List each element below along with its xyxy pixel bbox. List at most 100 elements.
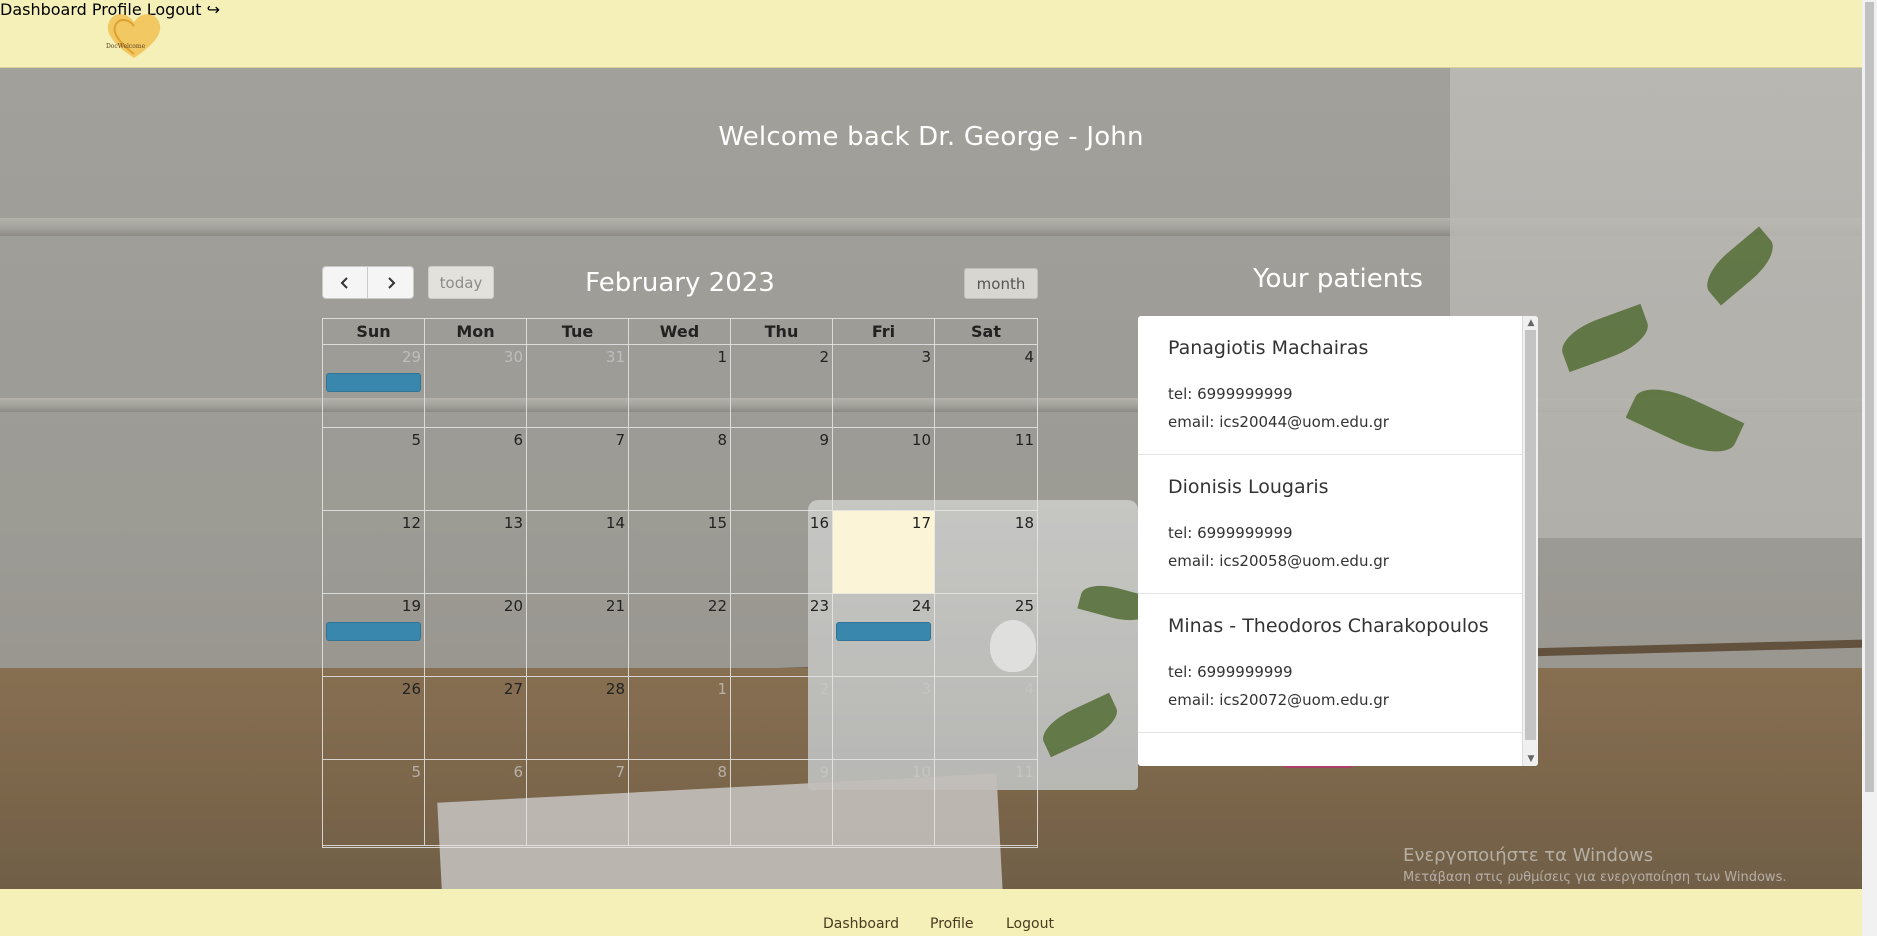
calendar-day[interactable]: 23 xyxy=(731,594,833,677)
month-view-button[interactable]: month xyxy=(964,268,1038,299)
patients-panel: Panagiotis Machairas tel: 6999999999 email… xyxy=(1138,316,1538,766)
calendar-day[interactable]: 27 xyxy=(425,677,527,760)
day-number: 21 xyxy=(605,597,625,615)
footer-logout-link[interactable]: Logout xyxy=(1006,916,1054,932)
calendar-day[interactable]: 24 xyxy=(833,594,935,677)
calendar-day[interactable]: 8 xyxy=(629,760,731,846)
calendar-day[interactable]: 31 xyxy=(527,345,629,428)
weekday-label: Wed xyxy=(629,319,731,345)
day-number: 8 xyxy=(717,431,727,449)
calendar-day[interactable]: 7 xyxy=(527,428,629,511)
calendar-day[interactable]: 2 xyxy=(731,345,833,428)
patient-name: Dionisis Lougaris xyxy=(1168,476,1329,498)
calendar-toolbar: today February 2023 month xyxy=(322,266,1038,300)
calendar-event[interactable] xyxy=(836,622,931,641)
calendar-event[interactable] xyxy=(326,622,421,641)
scroll-down-icon[interactable]: ▼ xyxy=(1523,752,1538,766)
day-number: 8 xyxy=(717,763,727,781)
day-number: 29 xyxy=(401,348,421,366)
footer-dashboard-link[interactable]: Dashboard xyxy=(823,916,899,932)
calendar-day[interactable]: 10 xyxy=(833,428,935,511)
calendar-day[interactable]: 6 xyxy=(425,428,527,511)
day-number: 23 xyxy=(809,597,829,615)
patient-card[interactable]: Dionisis Lougaris tel: 6999999999 email: i… xyxy=(1138,455,1522,594)
calendar-day[interactable]: 2 xyxy=(731,677,833,760)
weekday-label: Fri xyxy=(833,319,935,345)
watermark-line-2: Μετάβαση στις ρυθμίσεις για ενεργοποίηση… xyxy=(1403,870,1787,885)
calendar-day[interactable]: 4 xyxy=(935,677,1037,760)
footer: Dashboard Profile Logout xyxy=(0,889,1862,936)
calendar-day[interactable]: 12 xyxy=(323,511,425,594)
calendar-day[interactable]: 1 xyxy=(629,345,731,428)
calendar-day[interactable]: 1 xyxy=(629,677,731,760)
day-number: 9 xyxy=(819,431,829,449)
day-number: 25 xyxy=(1014,597,1034,615)
logo-icon[interactable]: DocWelcome xyxy=(100,8,170,60)
patient-card[interactable]: Panagiotis Machairas tel: 6999999999 email… xyxy=(1138,316,1522,455)
day-number: 31 xyxy=(605,348,625,366)
calendar-day[interactable]: 9 xyxy=(731,428,833,511)
day-number: 30 xyxy=(503,348,523,366)
svg-text:DocWelcome: DocWelcome xyxy=(106,43,146,50)
calendar-day[interactable]: 15 xyxy=(629,511,731,594)
calendar-grid: Sun Mon Tue Wed Thu Fri Sat 29 30 31 1 2 3 4 5 6 7 8 9 10 1… xyxy=(322,318,1038,848)
calendar-day-today[interactable]: 17 xyxy=(833,511,935,594)
patients-heading: Your patients xyxy=(1253,264,1423,294)
patient-phone: tel: 6999999999 xyxy=(1168,385,1293,403)
patient-card[interactable]: Minas - Theodoros Charakopoulos tel: 6999… xyxy=(1138,594,1522,733)
day-number: 5 xyxy=(411,763,421,781)
nav-dashboard-link[interactable]: Dashboard xyxy=(0,0,87,19)
day-number: 22 xyxy=(707,597,727,615)
calendar-day[interactable]: 8 xyxy=(629,428,731,511)
calendar-day[interactable]: 26 xyxy=(323,677,425,760)
calendar-day[interactable]: 30 xyxy=(425,345,527,428)
calendar-day[interactable]: 29 xyxy=(323,345,425,428)
calendar-day[interactable]: 9 xyxy=(731,760,833,846)
calendar-day[interactable]: 14 xyxy=(527,511,629,594)
calendar-day[interactable]: 25 xyxy=(935,594,1037,677)
scroll-thumb[interactable] xyxy=(1525,330,1536,740)
day-number: 11 xyxy=(1014,763,1034,781)
day-number: 13 xyxy=(503,514,523,532)
day-number: 1 xyxy=(717,680,727,698)
weekday-label: Sun xyxy=(323,319,425,345)
welcome-heading: Welcome back Dr. George - John xyxy=(718,122,1144,152)
patient-phone: tel: 6999999999 xyxy=(1168,524,1293,542)
day-number: 6 xyxy=(513,431,523,449)
day-number: 10 xyxy=(911,431,931,449)
calendar-day[interactable]: 5 xyxy=(323,760,425,846)
day-number: 6 xyxy=(513,763,523,781)
page-scroll-thumb[interactable] xyxy=(1865,2,1874,792)
calendar-day[interactable]: 7 xyxy=(527,760,629,846)
calendar-day[interactable]: 21 xyxy=(527,594,629,677)
calendar-event[interactable] xyxy=(326,373,421,392)
day-number: 12 xyxy=(401,514,421,532)
calendar-day[interactable]: 16 xyxy=(731,511,833,594)
calendar-day[interactable]: 11 xyxy=(935,428,1037,511)
scroll-up-icon[interactable]: ▲ xyxy=(1523,316,1538,330)
calendar-day[interactable]: 13 xyxy=(425,511,527,594)
calendar-day[interactable]: 4 xyxy=(935,345,1037,428)
calendar-day[interactable]: 6 xyxy=(425,760,527,846)
patients-scrollbar[interactable]: ▲ ▼ xyxy=(1522,316,1538,766)
page-scrollbar[interactable] xyxy=(1862,0,1877,936)
calendar-days: 29 30 31 1 2 3 4 5 6 7 8 9 10 11 12 13 14 15 16 17 18 19 20 21 2… xyxy=(323,345,1037,846)
footer-profile-link[interactable]: Profile xyxy=(930,916,974,932)
day-number: 4 xyxy=(1024,680,1034,698)
calendar-day[interactable]: 28 xyxy=(527,677,629,760)
day-number: 1 xyxy=(717,348,727,366)
calendar-day[interactable]: 11 xyxy=(935,760,1037,846)
calendar-day[interactable]: 3 xyxy=(833,345,935,428)
calendar-day[interactable]: 5 xyxy=(323,428,425,511)
calendar-day[interactable]: 18 xyxy=(935,511,1037,594)
calendar-day[interactable]: 22 xyxy=(629,594,731,677)
day-number: 15 xyxy=(707,514,727,532)
day-number: 2 xyxy=(819,348,829,366)
calendar-day[interactable]: 10 xyxy=(833,760,935,846)
day-number: 7 xyxy=(615,431,625,449)
calendar-day[interactable]: 19 xyxy=(323,594,425,677)
day-number: 14 xyxy=(605,514,625,532)
calendar-day[interactable]: 3 xyxy=(833,677,935,760)
calendar-day[interactable]: 20 xyxy=(425,594,527,677)
day-number: 20 xyxy=(503,597,523,615)
